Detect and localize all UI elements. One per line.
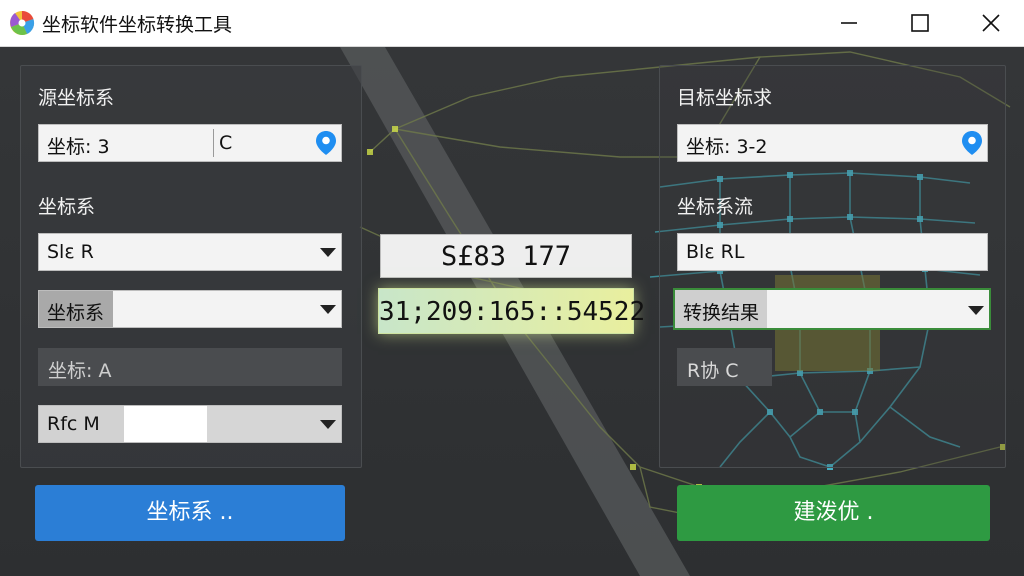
source-coordinate-input[interactable]: 坐标: 3 C	[38, 124, 342, 162]
title-bar: 坐标软件坐标转换工具	[0, 0, 1024, 47]
maximize-icon	[911, 14, 929, 32]
crs-flow-input[interactable]: Blε RL	[677, 233, 988, 271]
field-divider	[213, 129, 214, 157]
rfc-label: Rfc M	[47, 413, 100, 435]
source-crs-heading: 源坐标系	[38, 87, 115, 109]
coordinate-readout-top: S£83 177	[380, 234, 632, 278]
minimize-icon	[841, 22, 857, 24]
convert-left-button[interactable]: 坐标系 ..	[35, 485, 345, 541]
coordinate-a-field[interactable]: 坐标: A	[38, 348, 342, 386]
rfc-select[interactable]: Rfc M	[38, 405, 342, 443]
crs-type-label: 坐标系	[47, 302, 105, 324]
target-coordinate-value: 坐标: 3-2	[686, 136, 768, 158]
location-pin-icon[interactable]	[961, 130, 983, 156]
rfc-track	[207, 406, 317, 442]
window-title: 坐标软件坐标转换工具	[42, 14, 233, 36]
source-coordinate-value: 坐标: 3	[47, 136, 110, 158]
coordinate-a-label: 坐标: A	[48, 360, 112, 382]
result-select[interactable]: 转换结果	[673, 288, 991, 330]
r-diff-label: R协 C	[687, 360, 739, 382]
target-crs-heading: 目标坐标求	[677, 87, 773, 109]
maximize-button[interactable]	[897, 6, 943, 40]
source-coordinate-suffix: C	[219, 132, 233, 154]
client-area: 源坐标系 坐标: 3 C 坐标系 Slε R 坐标系 坐标: A Rfc M S…	[0, 47, 1024, 576]
r-diff-field[interactable]: R协 C	[677, 348, 772, 386]
close-button[interactable]	[968, 6, 1014, 40]
crs-heading: 坐标系	[38, 196, 96, 218]
convert-right-button[interactable]: 建泼优 .	[677, 485, 990, 541]
chevron-down-icon[interactable]	[313, 291, 341, 327]
close-icon	[982, 14, 1000, 32]
crs-type-select[interactable]: 坐标系	[38, 290, 342, 328]
crs-select[interactable]: Slε R	[38, 233, 342, 271]
app-logo-icon	[10, 10, 35, 35]
crs-select-value: Slε R	[47, 241, 94, 263]
target-coordinate-input[interactable]: 坐标: 3-2	[677, 124, 988, 162]
crs-flow-heading: 坐标系流	[677, 196, 754, 218]
crs-flow-value: Blε RL	[686, 241, 745, 263]
minimize-button[interactable]	[826, 6, 872, 40]
chevron-down-icon[interactable]	[961, 292, 989, 328]
result-select-value: 转换结果	[683, 302, 760, 324]
chevron-down-icon[interactable]	[313, 234, 341, 270]
chevron-down-icon[interactable]	[313, 406, 341, 442]
coordinate-readout-result: 31;209:165::54522	[378, 288, 645, 334]
location-pin-icon[interactable]	[315, 130, 337, 156]
